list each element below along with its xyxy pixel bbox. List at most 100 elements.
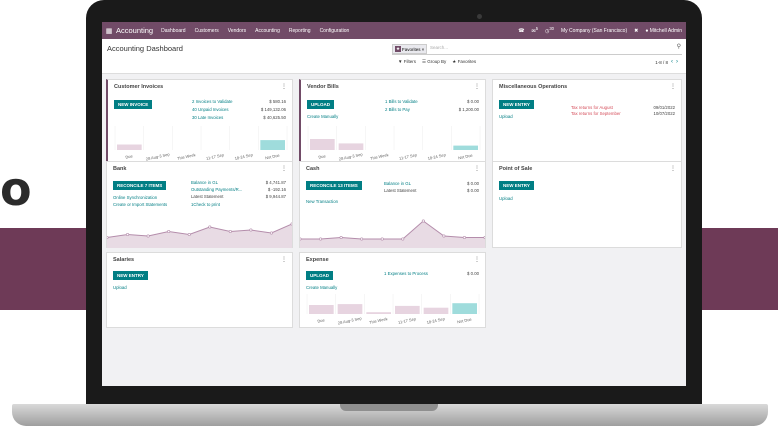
card-title[interactable]: Cash — [306, 166, 319, 172]
balance-gl-link[interactable]: Balance in GL — [384, 181, 411, 186]
line-point[interactable] — [249, 228, 253, 232]
search-icon[interactable]: ⚲ — [677, 43, 681, 50]
kebab-menu-icon[interactable]: ⋮ — [670, 165, 676, 172]
menu-configuration[interactable]: Configuration — [320, 28, 350, 34]
card-title[interactable]: Point of Sale — [499, 166, 532, 172]
line-point[interactable] — [300, 237, 302, 241]
menu-accounting[interactable]: Accounting — [255, 28, 280, 34]
new-transaction-link[interactable]: New Transaction — [306, 199, 338, 204]
reconcile-button[interactable]: RECONCILE 13 ITEMS — [306, 181, 362, 190]
upload-button[interactable]: UPLOAD — [306, 271, 333, 280]
company-switcher[interactable]: My Company (San Francisco) — [561, 28, 627, 34]
search-bar[interactable]: ★ Favorites × Search... ⚲ — [392, 43, 682, 55]
app-name[interactable]: Accounting — [116, 26, 153, 35]
card-title[interactable]: Expense — [306, 257, 329, 263]
expenses-to-process-link[interactable]: 1 Expenses to Process — [384, 271, 428, 276]
bills-bar-chart[interactable]: Due 28 Aug-3 Sep This Week 11-17 Sep 18-24 S… — [303, 124, 485, 164]
line-point[interactable] — [146, 234, 150, 238]
pager-value[interactable]: 1-8 / 8 — [655, 60, 668, 65]
bills-to-pay-link[interactable]: 2 Bills to Pay — [385, 107, 410, 112]
reconcile-button[interactable]: RECONCILE 7 ITEMS — [113, 181, 167, 190]
chart-bar[interactable] — [337, 304, 363, 314]
upload-link[interactable]: Upload — [499, 196, 513, 201]
cash-line-chart[interactable] — [300, 214, 485, 248]
line-point[interactable] — [462, 235, 466, 239]
card-title[interactable]: Vendor Bills — [307, 84, 339, 90]
kebab-menu-icon[interactable]: ⋮ — [281, 256, 287, 263]
check-to-print-link[interactable]: 1Check to print — [191, 202, 220, 207]
bank-line-chart[interactable] — [107, 214, 292, 248]
line-point[interactable] — [107, 236, 109, 239]
new-entry-button[interactable]: NEW ENTRY — [113, 271, 148, 280]
line-point[interactable] — [228, 229, 232, 233]
card-title[interactable]: Bank — [113, 166, 126, 172]
chart-bar[interactable] — [366, 312, 391, 314]
unpaid-invoices-link[interactable]: 40 Unpaid Invoices — [192, 107, 229, 112]
line-point[interactable] — [167, 229, 171, 233]
new-entry-button[interactable]: NEW ENTRY — [499, 100, 534, 109]
create-manually-link[interactable]: Create Manually — [306, 285, 337, 290]
close-icon[interactable]: × — [422, 47, 425, 52]
upload-link[interactable]: Upload — [499, 114, 513, 119]
expense-bar-chart[interactable]: Due 28 Aug-3 Sep This Week 11-17 Sep 18-24 S… — [302, 292, 484, 328]
line-point[interactable] — [319, 237, 323, 241]
phone-icon[interactable]: ☎ — [518, 28, 524, 34]
kebab-menu-icon[interactable]: ⋮ — [670, 83, 676, 90]
chart-bar[interactable] — [395, 305, 420, 314]
invoices-bar-chart[interactable]: Due 28 Aug-3 Sep This Week 11-17 Sep 18-24 S… — [110, 124, 292, 164]
chat-icon[interactable]: ✉5 — [531, 26, 538, 35]
line-point[interactable] — [208, 225, 212, 229]
tools-icon[interactable]: ✖ — [634, 28, 638, 34]
favorites-button[interactable]: ★ Favorites — [452, 59, 476, 65]
line-point[interactable] — [290, 222, 292, 226]
line-point[interactable] — [442, 234, 446, 238]
kebab-menu-icon[interactable]: ⋮ — [281, 83, 287, 90]
group-by-button[interactable]: ☰ Group By — [422, 59, 446, 65]
tax-return-september-link[interactable]: Tax returns for September — [571, 111, 621, 116]
kebab-menu-icon[interactable]: ⋮ — [474, 165, 480, 172]
invoices-to-validate-link[interactable]: 2 Invoices to Validate — [192, 99, 233, 104]
kebab-menu-icon[interactable]: ⋮ — [474, 83, 480, 90]
bills-to-validate-link[interactable]: 1 Bills to Validate — [385, 99, 418, 104]
card-title[interactable]: Salaries — [113, 257, 134, 263]
menu-dashboard[interactable]: Dashboard — [161, 28, 185, 34]
search-input[interactable]: Search... — [430, 45, 448, 50]
line-point[interactable] — [339, 235, 343, 239]
late-invoices-link[interactable]: 30 Late Invoices — [192, 115, 223, 120]
online-sync-link[interactable]: Online Synchronization — [113, 195, 157, 200]
chart-bar[interactable] — [309, 305, 334, 314]
line-point[interactable] — [360, 237, 364, 241]
kebab-menu-icon[interactable]: ⋮ — [281, 165, 287, 172]
chevron-left-icon[interactable]: ‹ — [671, 59, 673, 65]
chart-bar[interactable] — [338, 143, 364, 150]
chart-bar[interactable] — [452, 303, 477, 314]
line-point[interactable] — [126, 232, 130, 236]
menu-reporting[interactable]: Reporting — [289, 28, 311, 34]
new-invoice-button[interactable]: NEW INVOICE — [114, 100, 153, 109]
user-menu[interactable]: ● Mitchell Admin — [645, 28, 682, 34]
clock-icon[interactable]: ◷30 — [545, 26, 554, 35]
chart-bar[interactable] — [117, 144, 142, 151]
grid-icon[interactable]: ▦ — [102, 27, 116, 35]
filters-button[interactable]: ▼ Filters — [398, 59, 416, 65]
line-point[interactable] — [380, 237, 384, 241]
upload-link[interactable]: Upload — [113, 285, 127, 290]
chart-bar[interactable] — [310, 139, 335, 150]
chart-bar[interactable] — [453, 145, 478, 150]
menu-vendors[interactable]: Vendors — [228, 28, 246, 34]
card-title[interactable]: Customer Invoices — [114, 84, 163, 90]
outstanding-payments-link[interactable]: Outstanding Payments/R... — [191, 187, 242, 192]
balance-gl-link[interactable]: Balance in GL — [191, 180, 218, 185]
line-point[interactable] — [421, 219, 425, 223]
chevron-right-icon[interactable]: › — [676, 59, 678, 65]
create-manually-link[interactable]: Create Manually — [307, 114, 338, 119]
line-point[interactable] — [401, 237, 405, 241]
line-point[interactable] — [483, 236, 485, 239]
card-title[interactable]: Miscellaneous Operations — [499, 84, 567, 90]
line-point[interactable] — [187, 232, 191, 236]
search-facet[interactable]: ★ Favorites × — [392, 44, 428, 54]
import-statements-link[interactable]: Create or Import Statements — [113, 202, 167, 207]
line-point[interactable] — [269, 231, 273, 235]
chart-bar[interactable] — [260, 140, 285, 150]
upload-button[interactable]: UPLOAD — [307, 100, 334, 109]
